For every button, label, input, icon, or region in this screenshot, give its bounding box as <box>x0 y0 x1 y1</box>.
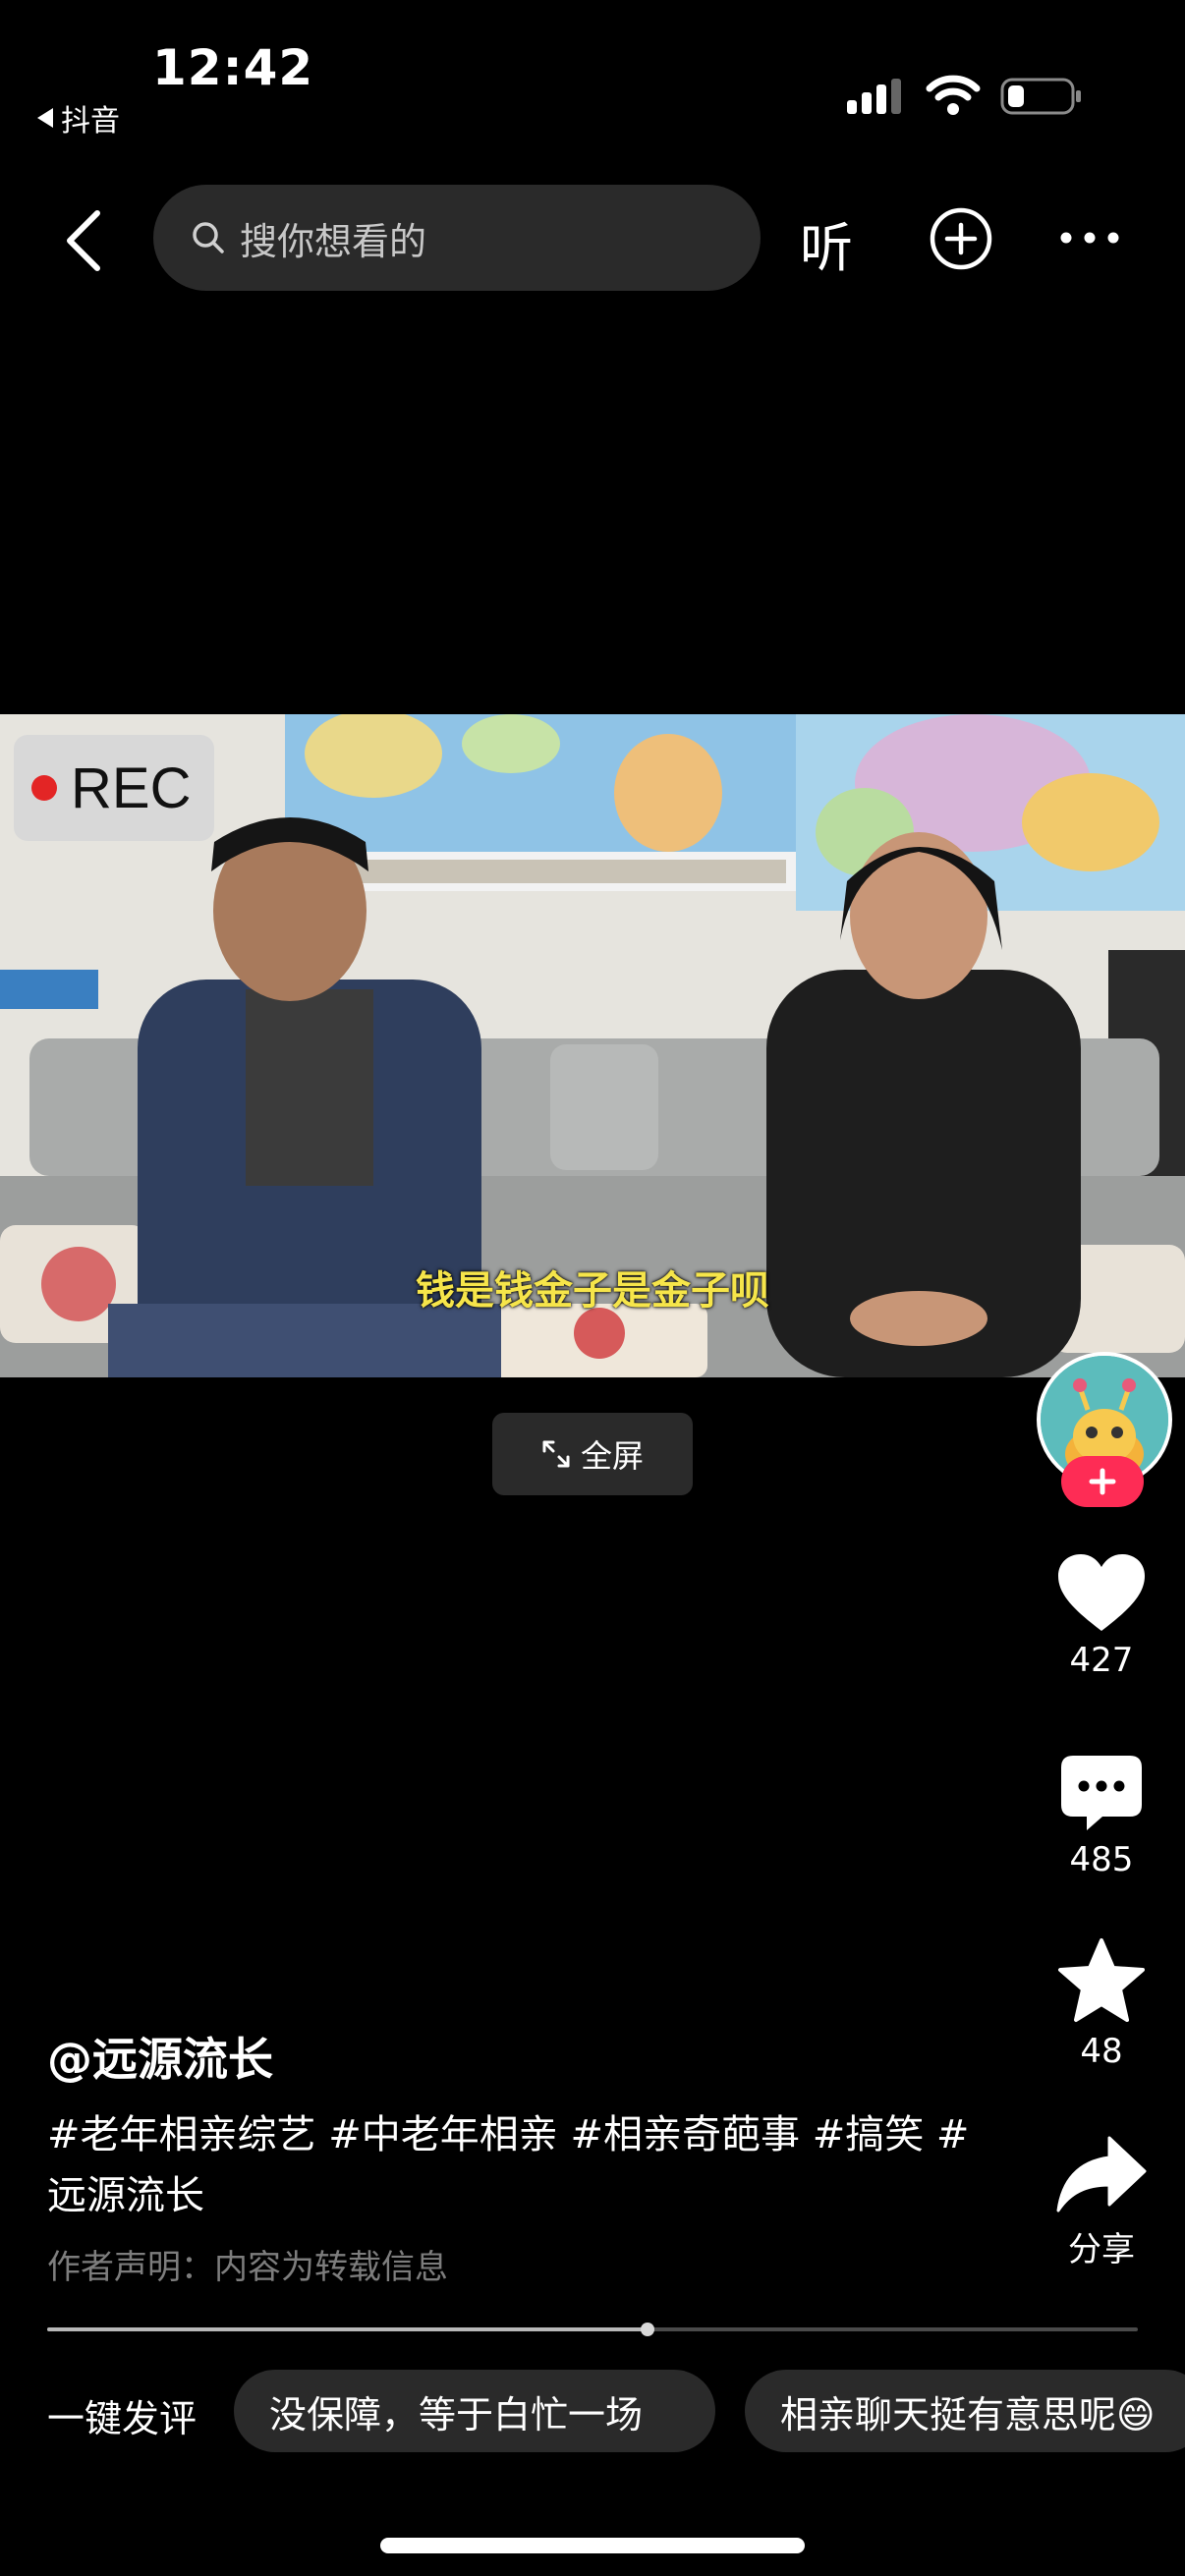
like-button[interactable]: 427 <box>1042 1552 1161 1680</box>
back-triangle-icon <box>37 108 53 128</box>
fullscreen-button[interactable]: 全屏 <box>492 1413 693 1495</box>
add-circle-icon[interactable] <box>929 206 993 271</box>
heart-icon <box>1058 1554 1145 1631</box>
fullscreen-label: 全屏 <box>580 1437 644 1475</box>
author-disclaimer: 作者声明：内容为转载信息 <box>47 2248 448 2287</box>
wifi-icon <box>926 75 981 115</box>
quick-comment-label: 一键发评 <box>47 2397 198 2440</box>
battery-icon <box>1000 78 1081 115</box>
hashtags[interactable]: #老年相亲综艺 #中老年相亲 #相亲奇葩事 #搞笑 #远源流长 <box>47 2104 990 2226</box>
plus-icon <box>1089 1468 1116 1495</box>
search-placeholder: 搜你想看的 <box>240 219 427 263</box>
back-to-app-link[interactable]: 抖音 <box>37 96 120 140</box>
video-progress-bar[interactable] <box>47 2323 1138 2336</box>
chevron-left-icon <box>67 210 100 271</box>
star-icon <box>1058 1938 1145 2022</box>
listen-button[interactable]: 听 <box>800 204 853 282</box>
quick-comment-chip[interactable]: 相亲聊天挺有意思呢😄 <box>745 2370 1185 2452</box>
like-count: 427 <box>1069 1641 1134 1680</box>
back-app-label: 抖音 <box>61 104 120 139</box>
comment-count: 485 <box>1069 1840 1134 1879</box>
progress-handle[interactable] <box>640 2323 654 2336</box>
record-dot-icon <box>31 775 57 801</box>
share-button[interactable]: 分享 <box>1042 2134 1161 2270</box>
cellular-signal-icon <box>847 79 901 114</box>
share-arrow-icon <box>1056 2136 1147 2212</box>
status-time: 12:42 <box>152 39 314 96</box>
progress-fill <box>47 2327 648 2331</box>
comment-bubble-icon <box>1061 1756 1142 1830</box>
home-indicator[interactable] <box>380 2538 805 2553</box>
rec-label: REC <box>71 756 192 820</box>
rec-badge: REC <box>14 735 214 841</box>
favorite-count: 48 <box>1080 2032 1123 2071</box>
back-button[interactable] <box>57 201 110 280</box>
share-label: 分享 <box>1068 2230 1135 2269</box>
search-input[interactable]: 搜你想看的 <box>153 185 761 291</box>
author-name[interactable]: @远源流长 <box>47 2024 273 2089</box>
favorite-button[interactable]: 48 <box>1042 1937 1161 2071</box>
search-icon <box>193 222 224 253</box>
more-options-icon[interactable] <box>1059 230 1120 246</box>
video-subtitle: 钱是钱金子是金子呗 <box>416 1268 769 1314</box>
quick-comment-chip[interactable]: 没保障，等于白忙一场 <box>234 2370 715 2452</box>
comment-button[interactable]: 485 <box>1042 1754 1161 1879</box>
expand-icon <box>542 1440 570 1468</box>
follow-button[interactable] <box>1061 1456 1144 1507</box>
